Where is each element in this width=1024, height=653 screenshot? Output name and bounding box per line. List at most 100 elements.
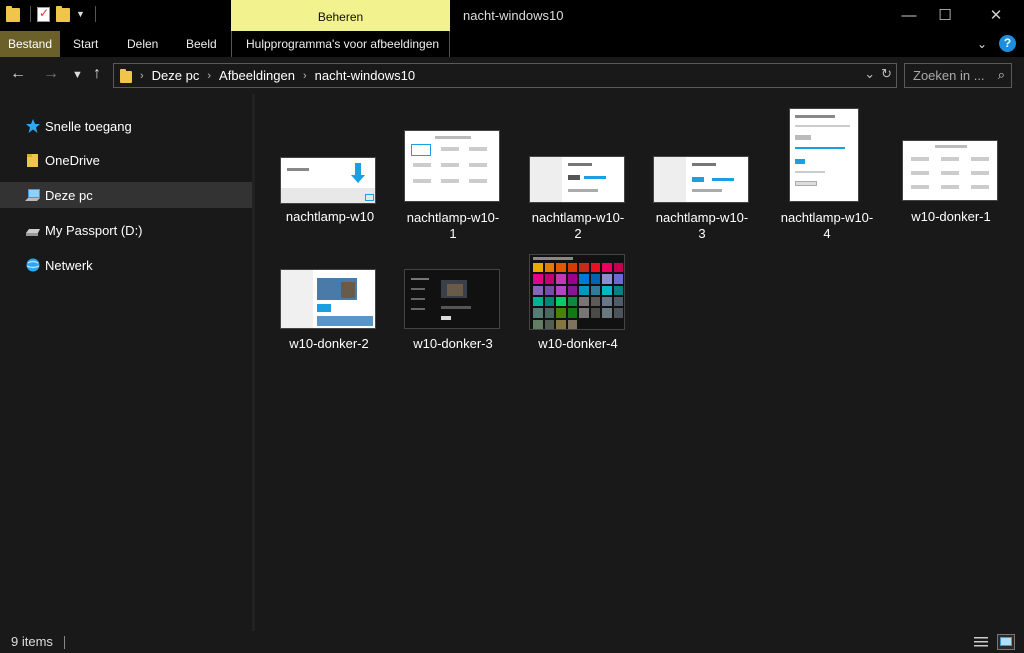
- file-item-nachtlamp-w10-3[interactable]: nachtlamp-w10- 3: [647, 154, 757, 254]
- file-name: w10-donker-1: [911, 209, 991, 224]
- file-name-line2: 4: [823, 226, 831, 241]
- color-swatch: [556, 319, 566, 329]
- file-item-w10-donker-2[interactable]: w10-donker-2: [274, 267, 384, 357]
- file-item-nachtlamp-w10-4[interactable]: nachtlamp-w10- 4: [772, 106, 882, 246]
- properties-icon[interactable]: [37, 6, 50, 22]
- color-swatch: [533, 296, 543, 307]
- color-swatch: [602, 274, 612, 284]
- ribbon-controls: ⌄ ?: [977, 35, 1016, 52]
- forward-arrow-icon[interactable]: →: [43, 65, 59, 83]
- image-thumbnail: [789, 108, 859, 202]
- file-name: nachtlamp-w10-: [531, 210, 625, 225]
- sidebar-item-quick-access[interactable]: Snelle toegang: [0, 113, 252, 139]
- search-input[interactable]: Zoeken in ... ⌕: [904, 63, 1012, 88]
- chevron-right-icon[interactable]: ›: [303, 70, 307, 82]
- file-name: nachtlamp-w10-: [655, 210, 749, 225]
- tab-picture-tools[interactable]: Hulpprogramma's voor afbeeldingen: [246, 31, 439, 57]
- color-swatch: [579, 285, 589, 295]
- help-icon[interactable]: ?: [999, 35, 1016, 52]
- color-swatch: [533, 285, 543, 295]
- sidebar-item-onedrive[interactable]: OneDrive: [0, 147, 252, 173]
- drive-icon: [26, 229, 40, 236]
- details-view-icon[interactable]: [972, 634, 990, 650]
- chevron-down-icon[interactable]: ⌄: [864, 66, 875, 82]
- breadcrumb-current-folder[interactable]: nacht-windows10: [315, 68, 415, 83]
- color-swatch: [579, 263, 589, 273]
- color-swatch: [544, 319, 554, 329]
- search-icon[interactable]: ⌕: [998, 67, 1005, 83]
- contextual-tab-manage[interactable]: Beheren: [231, 0, 450, 31]
- sidebar-item-network[interactable]: Netwerk: [0, 252, 252, 278]
- chevron-right-icon[interactable]: ›: [207, 70, 211, 82]
- sidebar-item-this-pc[interactable]: Deze pc: [0, 182, 252, 208]
- file-item-w10-donker-4[interactable]: w10-donker-4: [523, 252, 633, 357]
- file-name-line2: 2: [574, 226, 582, 241]
- maximize-button[interactable]: ☐: [922, 0, 968, 31]
- tab-start[interactable]: Start: [73, 31, 98, 57]
- file-item-w10-donker-1[interactable]: w10-donker-1: [896, 138, 1006, 228]
- close-button[interactable]: ✕: [973, 0, 1019, 31]
- color-swatch: [590, 263, 600, 273]
- color-swatch: [579, 296, 589, 307]
- large-icons-view-icon[interactable]: [997, 634, 1015, 650]
- image-thumbnail: [902, 140, 998, 201]
- file-name-line2: 3: [698, 226, 706, 241]
- color-swatch: [567, 274, 577, 284]
- address-bar[interactable]: › Deze pc › Afbeeldingen › nacht-windows…: [113, 63, 897, 88]
- chevron-right-icon[interactable]: ›: [140, 70, 144, 82]
- back-arrow-icon[interactable]: ←: [10, 65, 26, 83]
- sidebar-item-label: My Passport (D:): [45, 222, 143, 238]
- color-swatch: [544, 308, 554, 318]
- quick-access-toolbar: ▼: [6, 6, 96, 22]
- tab-view[interactable]: Beeld: [186, 31, 217, 57]
- breadcrumb: › Deze pc › Afbeeldingen › nacht-windows…: [120, 64, 415, 87]
- sidebar-item-label: OneDrive: [45, 152, 100, 168]
- color-swatch: [533, 274, 543, 284]
- file-item-nachtlamp-w10[interactable]: nachtlamp-w10: [275, 154, 385, 234]
- color-swatch: [544, 263, 554, 273]
- image-thumbnail: [280, 157, 376, 204]
- recent-locations-icon[interactable]: ▼: [72, 69, 83, 81]
- status-bar: 9 items: [0, 631, 1024, 653]
- color-swatch: [544, 285, 554, 295]
- color-swatch: [590, 274, 600, 284]
- sidebar-item-my-passport[interactable]: My Passport (D:): [0, 217, 252, 243]
- color-swatch: [533, 319, 543, 329]
- file-item-nachtlamp-w10-2[interactable]: nachtlamp-w10- 2: [523, 154, 633, 254]
- color-swatch: [544, 274, 554, 284]
- expand-ribbon-icon[interactable]: ⌄: [977, 37, 987, 51]
- color-swatch: [590, 285, 600, 295]
- color-swatch: [602, 308, 612, 318]
- image-thumbnail: [280, 269, 376, 329]
- file-name: w10-donker-3: [413, 336, 493, 351]
- color-swatch: [533, 263, 543, 273]
- title-bar: ▼ Beheren nacht-windows10 — ☐ ✕: [0, 0, 1024, 31]
- image-thumbnail: [529, 254, 625, 330]
- sidebar-item-label: Netwerk: [45, 257, 93, 273]
- breadcrumb-this-pc[interactable]: Deze pc: [152, 68, 200, 83]
- customize-toolbar-icon[interactable]: ▼: [76, 9, 85, 19]
- file-item-w10-donker-3[interactable]: w10-donker-3: [398, 267, 508, 357]
- folder-icon: [6, 6, 20, 22]
- sidebar-item-label: Deze pc: [45, 187, 93, 203]
- color-swatch: [590, 296, 600, 307]
- file-name: w10-donker-2: [289, 336, 369, 351]
- new-folder-icon[interactable]: [56, 6, 70, 22]
- image-thumbnail: [653, 156, 749, 203]
- image-thumbnail: [404, 269, 500, 329]
- tab-file[interactable]: Bestand: [0, 31, 61, 57]
- folder-icon: [120, 68, 132, 83]
- color-swatch: [613, 263, 623, 273]
- tab-share[interactable]: Delen: [127, 31, 158, 57]
- image-thumbnail: [529, 156, 625, 203]
- breadcrumb-pictures[interactable]: Afbeeldingen: [219, 68, 295, 83]
- refresh-icon[interactable]: ↻: [881, 66, 892, 82]
- color-swatch: [602, 285, 612, 295]
- star-icon: [26, 119, 40, 133]
- folder-icon: [27, 154, 38, 167]
- window-title: nacht-windows10: [463, 8, 564, 23]
- up-arrow-icon[interactable]: ↑: [93, 65, 101, 83]
- file-name: nachtlamp-w10-: [780, 210, 874, 225]
- divider: [94, 6, 96, 22]
- file-item-nachtlamp-w10-1[interactable]: nachtlamp-w10- 1: [398, 128, 508, 241]
